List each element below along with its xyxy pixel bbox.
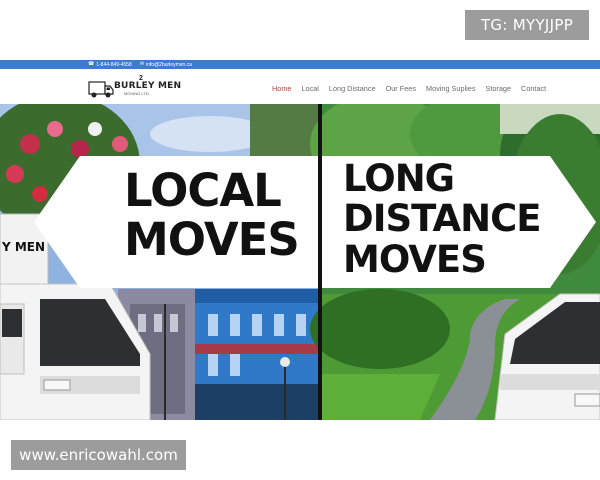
site-header: 2 BURLEY MEN MOVING LTD. Home Local Long… xyxy=(0,69,600,107)
nav-our-fees[interactable]: Our Fees xyxy=(386,83,416,95)
phone-number: 1-844-849-4558 xyxy=(96,61,132,68)
site-logo[interactable]: 2 BURLEY MEN MOVING LTD. xyxy=(88,75,181,100)
hero-left-line-1: LOCAL xyxy=(124,164,282,217)
nav-storage[interactable]: Storage xyxy=(485,83,511,95)
nav-local[interactable]: Local xyxy=(301,83,318,95)
main-navigation: Home Local Long Distance Our Fees Moving… xyxy=(272,83,556,95)
email-link[interactable]: ✉ info@2burleymen.ca xyxy=(140,62,192,68)
nav-long-distance[interactable]: Long Distance xyxy=(329,83,376,95)
nav-contact[interactable]: Contact xyxy=(521,83,546,95)
truck-logo-icon xyxy=(88,81,114,98)
logo-subtitle: MOVING LTD. xyxy=(124,91,150,96)
email-address: info@2burleymen.ca xyxy=(146,61,192,68)
watermark-top: TG: MYYJJPP xyxy=(465,10,589,40)
watermark-bottom-text: www.enricowahl.com xyxy=(19,446,178,464)
watermark-top-text: TG: MYYJJPP xyxy=(480,16,574,34)
nav-moving-supplies[interactable]: Moving Suplies xyxy=(426,83,475,95)
watermark-bottom: www.enricowahl.com xyxy=(11,440,186,470)
phone-icon: ☎ xyxy=(88,61,95,67)
hero-right-line-3: MOVES xyxy=(343,238,487,281)
logo-wordmark: BURLEY MEN xyxy=(114,81,182,91)
hero-right-line-2: DISTANCE xyxy=(343,197,542,240)
phone-link[interactable]: ☎ 1-844-849-4558 xyxy=(88,62,132,68)
nav-home[interactable]: Home xyxy=(272,83,291,95)
mail-icon: ✉ xyxy=(139,61,145,67)
truck-lettering: Y MEN xyxy=(2,240,46,254)
hero-illustration xyxy=(0,104,600,420)
hero-banner: LOCAL MOVES LONG DISTANCE MOVES Y MEN xyxy=(0,104,600,420)
hero-left-line-2: MOVES xyxy=(124,213,300,266)
contact-bar: ☎ 1-844-849-4558 ✉ info@2burleymen.ca xyxy=(0,60,600,69)
website-frame: ☎ 1-844-849-4558 ✉ info@2burleymen.ca 2 … xyxy=(0,60,600,420)
hero-right-line-1: LONG xyxy=(343,157,455,200)
